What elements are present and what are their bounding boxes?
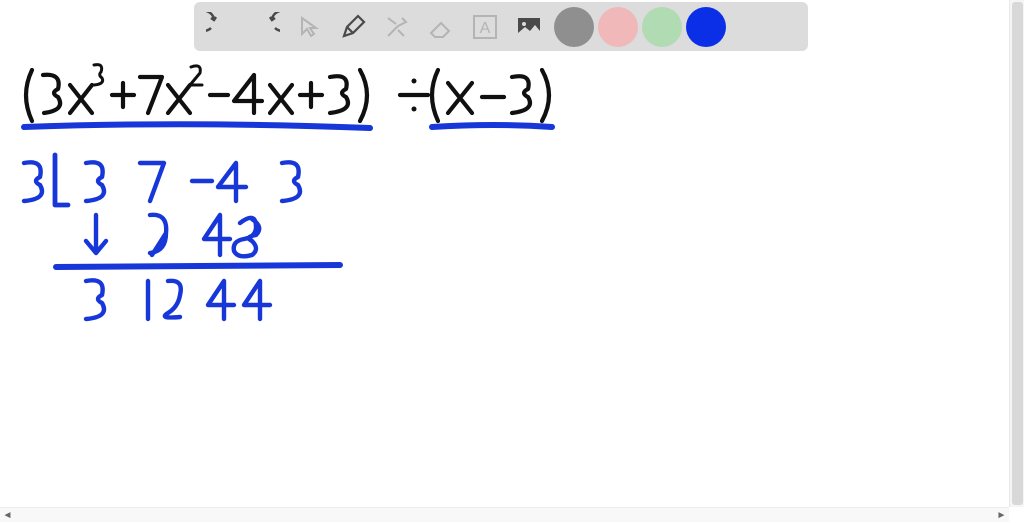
- undo-icon: [206, 12, 236, 42]
- handwriting-layer: [0, 55, 1009, 507]
- synthetic-row-middle: [86, 215, 259, 257]
- toolbar: A: [194, 2, 808, 51]
- synthetic-division: [24, 155, 340, 319]
- eraser-icon: [427, 13, 455, 41]
- pointer-button[interactable]: [288, 6, 330, 48]
- tools-icon: [384, 14, 410, 40]
- color-blue[interactable]: [686, 7, 726, 47]
- text-button[interactable]: A: [464, 6, 506, 48]
- scrollbar-vertical[interactable]: [1009, 0, 1024, 507]
- underline-left: [24, 124, 370, 128]
- scrollbar-horizontal[interactable]: ◄ ►: [0, 507, 1009, 522]
- scroll-right-icon[interactable]: ►: [994, 508, 1009, 523]
- synthetic-row-coeffs: [86, 162, 300, 201]
- color-pink[interactable]: [598, 7, 638, 47]
- redo-icon: [250, 12, 280, 42]
- synthetic-bar: [56, 265, 340, 267]
- color-green[interactable]: [642, 7, 682, 47]
- tools-button[interactable]: [376, 6, 418, 48]
- undo-button[interactable]: [200, 6, 242, 48]
- pencil-icon: [339, 13, 367, 41]
- image-icon: [515, 13, 543, 41]
- synthetic-divisor: [24, 155, 68, 205]
- underline-right: [432, 125, 552, 127]
- color-grey[interactable]: [554, 7, 594, 47]
- text-icon: A: [471, 13, 499, 41]
- pointer-icon: [296, 14, 322, 40]
- scrollbar-thumb-v[interactable]: [1012, 2, 1023, 505]
- redo-button[interactable]: [244, 6, 286, 48]
- scroll-left-icon[interactable]: ◄: [0, 508, 15, 523]
- image-button[interactable]: [508, 6, 550, 48]
- svg-text:A: A: [480, 20, 491, 37]
- eraser-button[interactable]: [420, 6, 462, 48]
- whiteboard-canvas[interactable]: A: [0, 0, 1009, 507]
- synthetic-row-result: [86, 280, 270, 319]
- expression-dividend: [26, 65, 549, 121]
- pencil-button[interactable]: [332, 6, 374, 48]
